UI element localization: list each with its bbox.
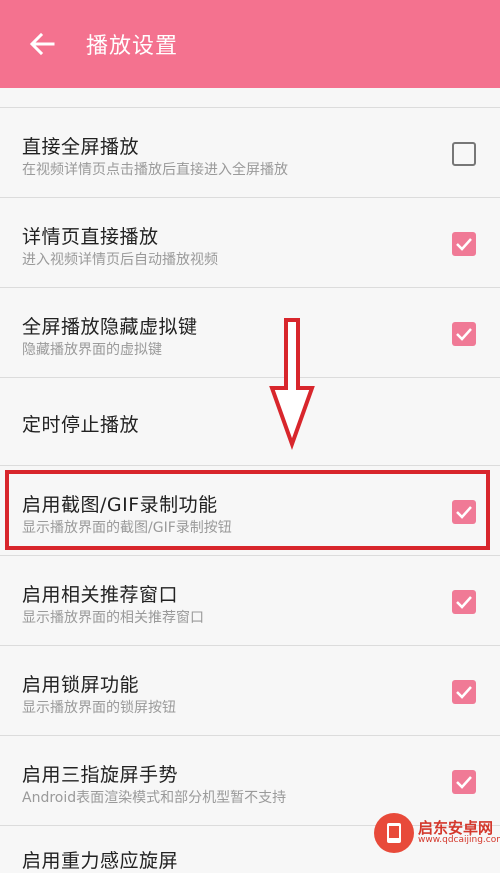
arrow-left-icon xyxy=(29,32,55,56)
annotation-arrow-down-icon xyxy=(269,318,315,450)
setting-title: 启用相关推荐窗口 xyxy=(22,584,179,606)
checkbox-checked[interactable] xyxy=(452,590,476,614)
setting-row-fullscreen-direct[interactable]: 直接全屏播放 在视频详情页点击播放后直接进入全屏播放 xyxy=(0,108,500,198)
checkmark-icon xyxy=(456,776,472,789)
checkbox-checked[interactable] xyxy=(452,322,476,346)
watermark-logo-icon xyxy=(374,813,414,853)
setting-title: 直接全屏播放 xyxy=(22,136,140,158)
app-bar: 播放设置 xyxy=(0,0,500,88)
checkmark-icon xyxy=(456,238,472,251)
checkmark-icon xyxy=(456,328,472,341)
annotation-highlight-box xyxy=(5,470,490,550)
setting-row-hide-navkeys[interactable]: 全屏播放隐藏虚拟键 隐藏播放界面的虚拟键 xyxy=(0,288,500,378)
checkmark-icon xyxy=(456,686,472,699)
checkbox-checked[interactable] xyxy=(452,770,476,794)
watermark-text: 启东安卓网 www.qdcaijing.com xyxy=(418,820,500,846)
setting-subtitle: Android表面渲染模式和部分机型暂不支持 xyxy=(22,790,287,806)
checkmark-icon xyxy=(456,596,472,609)
watermark-name: 启东安卓网 xyxy=(418,818,494,837)
setting-subtitle: 显示播放界面的相关推荐窗口 xyxy=(22,610,204,626)
setting-subtitle: 进入视频详情页后自动播放视频 xyxy=(22,252,218,268)
checkbox-checked[interactable] xyxy=(452,680,476,704)
list-top-spacer xyxy=(0,88,500,108)
checkbox-checked[interactable] xyxy=(452,232,476,256)
setting-title: 启用锁屏功能 xyxy=(22,674,140,696)
setting-row-timer-stop[interactable]: 定时停止播放 xyxy=(0,378,500,466)
watermark: 启东安卓网 www.qdcaijing.com xyxy=(374,810,500,856)
setting-subtitle: 在视频详情页点击播放后直接进入全屏播放 xyxy=(22,162,288,178)
setting-subtitle: 显示播放界面的锁屏按钮 xyxy=(22,700,176,716)
setting-row-related-window[interactable]: 启用相关推荐窗口 显示播放界面的相关推荐窗口 xyxy=(0,556,500,646)
setting-title: 启用三指旋屏手势 xyxy=(22,764,179,786)
setting-title: 定时停止播放 xyxy=(22,414,140,436)
setting-subtitle: 隐藏播放界面的虚拟键 xyxy=(22,342,162,358)
checkbox-unchecked[interactable] xyxy=(452,142,476,166)
page-title: 播放设置 xyxy=(86,34,179,59)
back-button[interactable] xyxy=(20,22,64,66)
setting-row-lock-screen[interactable]: 启用锁屏功能 显示播放界面的锁屏按钮 xyxy=(0,646,500,736)
setting-title: 详情页直接播放 xyxy=(22,226,159,248)
setting-title: 全屏播放隐藏虚拟键 xyxy=(22,316,198,338)
setting-row-detail-autoplay[interactable]: 详情页直接播放 进入视频详情页后自动播放视频 xyxy=(0,198,500,288)
watermark-url: www.qdcaijing.com xyxy=(418,835,500,846)
